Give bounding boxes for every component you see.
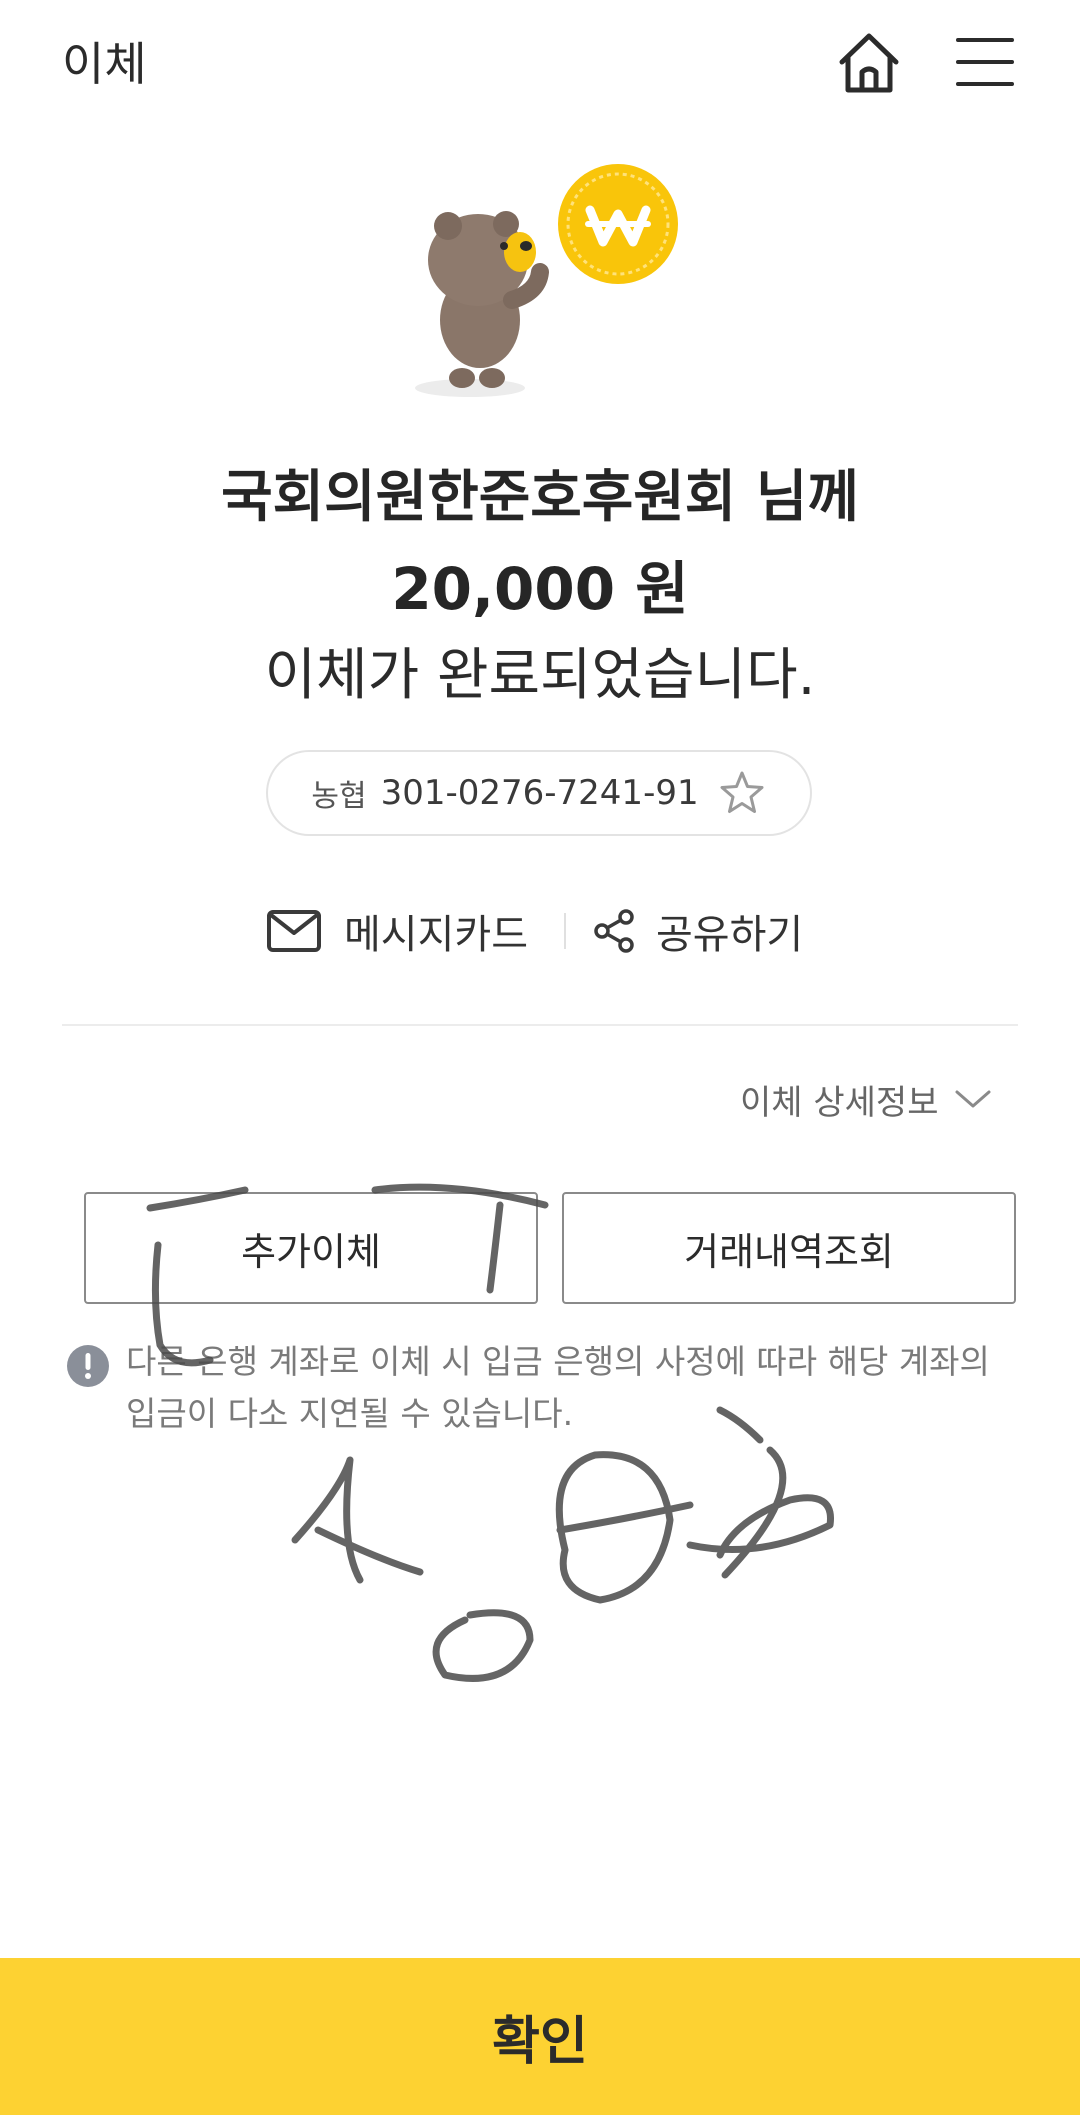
transaction-history-button[interactable]: 거래내역조회: [562, 1192, 1016, 1304]
home-button[interactable]: [834, 28, 904, 98]
notice-text: 다른 은행 계좌로 이체 시 입금 은행의 사정에 따라 해당 계좌의 입금이 …: [126, 1342, 990, 1433]
menu-icon: [956, 38, 1014, 86]
chevron-down-icon: [955, 1090, 990, 1108]
message-card-button[interactable]: 메시지카드: [266, 896, 528, 966]
menu-button[interactable]: [954, 32, 1016, 92]
transfer-detail-toggle[interactable]: 이체 상세정보: [740, 1074, 993, 1124]
page-title: 이체: [62, 37, 147, 91]
bank-name: 농협: [311, 779, 367, 814]
action-separator: [564, 913, 566, 949]
additional-transfer-button[interactable]: 추가이체: [84, 1192, 538, 1304]
recipient-name: 국회의원한준호후원회 님께: [221, 465, 859, 530]
confirm-button[interactable]: 확인: [0, 1958, 1080, 2115]
message-card-label: 메시지카드: [344, 912, 528, 958]
info-icon: [67, 1345, 109, 1387]
action-row: 메시지카드 공유하기: [0, 896, 1080, 966]
home-icon: [839, 33, 899, 93]
star-icon[interactable]: [717, 768, 767, 818]
transfer-amount: 20,000 원: [391, 555, 689, 623]
bear-coin-illustration: [415, 164, 678, 397]
share-label: 공유하기: [656, 912, 804, 958]
detail-toggle-label: 이체 상세정보: [740, 1082, 939, 1123]
account-info-pill: 농협 301-0276-7241-91: [266, 750, 812, 836]
account-number: 301-0276-7241-91: [380, 773, 699, 813]
app-header: 이체: [0, 0, 1080, 130]
completion-message: 이체가 완료되었습니다.: [264, 643, 816, 708]
share-icon: [594, 909, 634, 953]
share-button[interactable]: 공유하기: [592, 896, 803, 966]
section-divider: [62, 1024, 1018, 1026]
transfer-complete-screen: 이체 국회의원한준호후원회 님께 20,000 원 이체가 완료되었습니다. 농…: [0, 0, 1080, 2115]
mail-icon: [267, 910, 321, 952]
